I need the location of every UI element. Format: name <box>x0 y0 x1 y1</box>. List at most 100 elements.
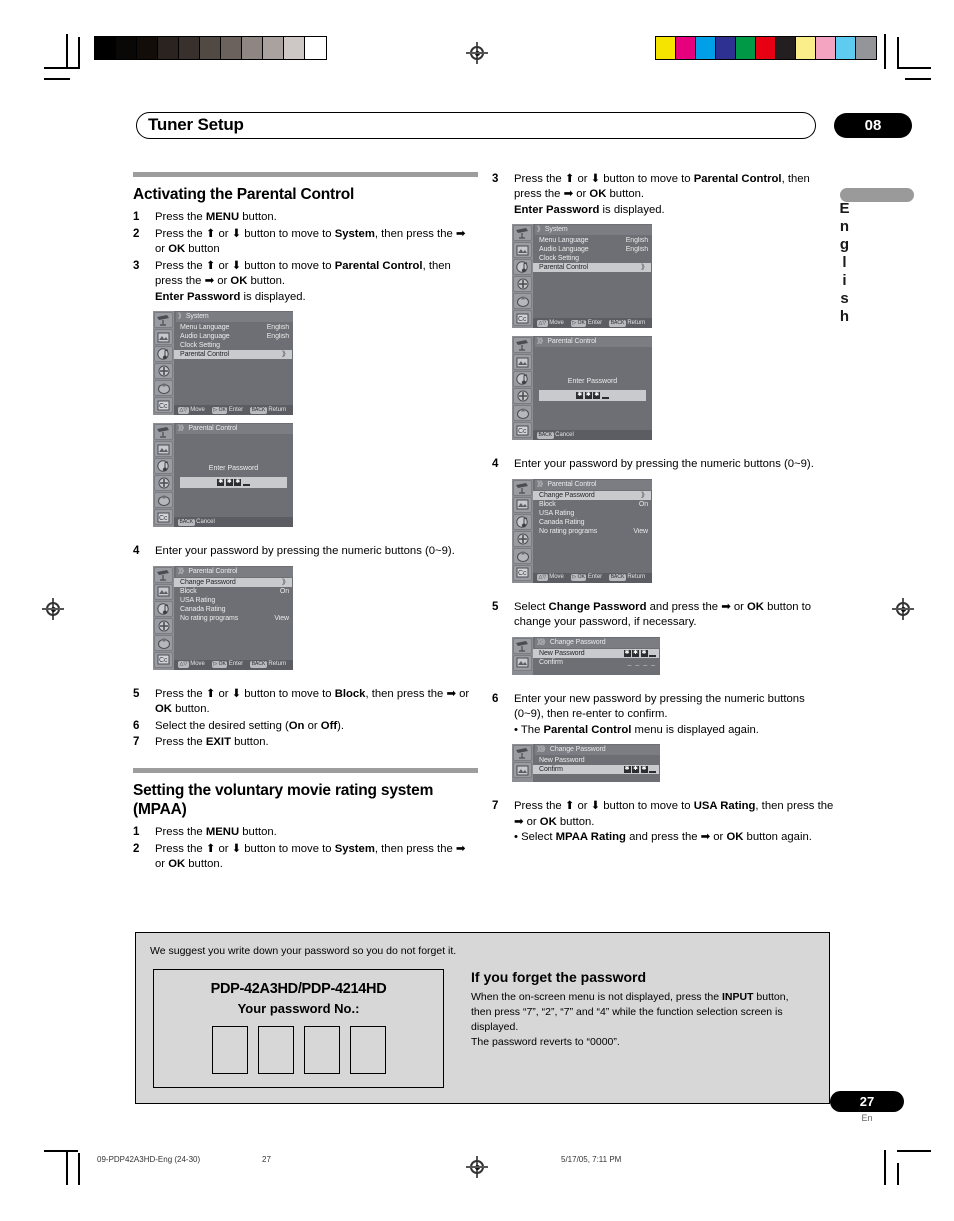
password-digit-box[interactable] <box>257 1026 294 1074</box>
osd-row[interactable]: Menu Language English <box>174 323 292 332</box>
osd-row[interactable]: Audio Language English <box>174 332 292 341</box>
osd-row-selected[interactable]: Change Password 》 <box>533 490 651 500</box>
step-text: Enter your password by pressing the nume… <box>514 458 814 471</box>
password-digit-box[interactable] <box>303 1026 340 1074</box>
step-number: 1 <box>133 211 140 224</box>
osd-row[interactable]: USA Rating <box>174 596 292 605</box>
osd-footer: BACK Cancel <box>174 517 293 528</box>
step-item: 2 Press the ⬆ or ⬇ button to move to Syst… <box>133 227 478 258</box>
color-bar-5 <box>756 37 776 59</box>
option-icon <box>154 475 173 492</box>
svg-text:Cc: Cc <box>518 570 527 577</box>
osd-title: 》》 Parental Control <box>176 424 293 435</box>
crop-mark-tl-v <box>66 34 68 69</box>
osd-row[interactable]: Confirm _ _ _ _ <box>533 658 659 667</box>
osd-row-selected[interactable]: New Password ✱ ✱ ✱ <box>533 648 659 658</box>
forget-password-body: When the on-screen menu is not displayed… <box>471 991 789 1048</box>
picture-icon <box>513 496 532 513</box>
crop-mark-br-h <box>897 1150 931 1152</box>
color-bar-3 <box>716 37 736 59</box>
osd-row-selected[interactable]: Confirm ✱ ✱ ✱ <box>533 765 659 775</box>
osd-row[interactable]: Clock Setting <box>533 254 651 263</box>
password-digit-box[interactable] <box>211 1026 248 1074</box>
crop-mark-tl-v2 <box>78 37 80 69</box>
steps-list-left-4: 1 Press the MENU button. 2 Press the ⬆ or … <box>133 825 478 872</box>
steps-list-right-5: 7 Press the ⬆ or ⬇ button to move to USA… <box>492 799 837 845</box>
osd-row[interactable]: Audio Language English <box>533 245 651 254</box>
osd-rows: Change Password 》 Block On USA Rating Cana… <box>533 490 651 536</box>
osd-body: 》 System Menu Language English Audio Lang… <box>533 224 652 329</box>
osd-icon-column: Cc <box>153 565 174 670</box>
osd-row[interactable]: USA Rating <box>533 509 651 518</box>
osd-row-selected[interactable]: Parental Control 》 <box>533 263 651 273</box>
steps-list-right-2: 4 Enter your password by pressing the num… <box>492 457 837 472</box>
osd-row[interactable]: Block On <box>174 587 292 596</box>
osd-row-selected[interactable]: Change Password 》 <box>174 577 292 587</box>
osd-rows: Menu Language English Audio Language Engli… <box>533 236 651 273</box>
closed-caption-icon: Cc <box>513 310 532 327</box>
osd-row[interactable]: Block On <box>533 500 651 509</box>
step-number: 6 <box>133 719 140 732</box>
left-column: Activating the Parental Control 1 Press t… <box>133 172 478 874</box>
sound-icon <box>513 371 532 388</box>
step-text: Enter your password by pressing the nume… <box>155 545 455 558</box>
page-title: Tuner Setup <box>148 115 244 134</box>
osd-icon-column: Cc <box>153 423 174 528</box>
osd-footer: △▽ Move ▷ OK Enter BACK Return <box>174 405 293 416</box>
steps-list-left-2: 4 Enter your password by pressing the num… <box>133 544 478 559</box>
osd-title: 》》》 Change Password <box>535 745 660 756</box>
picture-icon <box>154 583 173 600</box>
step-number: 3 <box>133 259 140 272</box>
osd-row[interactable]: Clock Setting <box>174 341 292 350</box>
osd-footer: △▽ Move ▷ OK Enter BACK Return <box>174 659 293 670</box>
option-icon <box>513 276 532 293</box>
password-digit-box[interactable] <box>349 1026 386 1074</box>
step-item: 3 Press the ⬆ or ⬇ button to move to Pare… <box>492 172 837 218</box>
osd-rows: Menu Language English Audio Language Engli… <box>174 323 292 360</box>
power-icon <box>513 405 532 422</box>
password-placeholder-dashes: _ _ _ _ <box>627 658 656 666</box>
step-text: Press the ⬆ or ⬇ button to move to USA R… <box>514 800 834 828</box>
color-bar-0 <box>656 37 676 59</box>
osd-footer-item: BACK Return <box>250 661 287 669</box>
osd-row[interactable]: No rating programs View <box>533 527 651 536</box>
osd-row-selected[interactable]: Parental Control 》 <box>174 350 292 360</box>
steps-list-left-1: 1 Press the MENU button. 2 Press the ⬆ or … <box>133 210 478 305</box>
print-timestamp: 5/17/05, 7:11 PM <box>561 1155 622 1164</box>
antenna-icon <box>154 566 173 583</box>
step-item: 4 Enter your password by pressing the num… <box>133 544 478 559</box>
steps-list-left-3: 5 Press the ⬆ or ⬇ button to move to Bloc… <box>133 687 478 751</box>
power-icon <box>154 380 173 397</box>
step-number: 6 <box>492 692 499 705</box>
password-star: ✱ <box>632 649 639 657</box>
osd-row[interactable]: Menu Language English <box>533 236 651 245</box>
osd-row[interactable]: Canada Rating <box>174 605 292 614</box>
power-icon <box>513 293 532 310</box>
osd-system-menu-right: Cc 》 System Menu Language English Audio L… <box>512 224 652 329</box>
step-text: Press the ⬆ or ⬇ button to move to Syste… <box>155 227 466 256</box>
password-input-field[interactable]: ✱ ✱ ✱ <box>180 477 287 489</box>
step-item: 4 Enter your password by pressing the num… <box>492 457 837 472</box>
osd-footer-item: ▷ OK Enter <box>211 661 244 669</box>
antenna-icon <box>154 312 173 329</box>
password-stars-group: ✱ ✱ ✱ <box>623 765 656 774</box>
step-text: Press the ⬆ or ⬇ button to move to Paren… <box>155 259 451 303</box>
gray-bar-5 <box>200 37 221 59</box>
antenna-icon <box>513 479 532 496</box>
steps-list-right-1: 3 Press the ⬆ or ⬇ button to move to Pare… <box>492 172 837 218</box>
password-star: ✱ <box>217 479 225 487</box>
osd-row[interactable]: Canada Rating <box>533 518 651 527</box>
picture-icon <box>513 242 532 259</box>
step-text: Select Change Password and press the ➡ o… <box>514 600 812 629</box>
step-number: 7 <box>133 736 140 749</box>
forget-password-heading: If you forget the password <box>471 969 647 985</box>
color-bar-1 <box>676 37 696 59</box>
osd-row[interactable]: No rating programs View <box>174 614 292 623</box>
osd-body: 》》 Parental Control Change Password 》 Blo… <box>174 566 293 670</box>
step-item: 6 Enter your new password by pressing th… <box>492 692 837 738</box>
osd-body: 》》 Parental Control Enter Password ✱ ✱ ✱… <box>533 336 652 441</box>
osd-row[interactable]: New Password <box>533 756 659 765</box>
steps-list-right-3: 5 Select Change Password and press the ➡ … <box>492 600 837 631</box>
osd-icon-column <box>512 744 533 783</box>
password-input-field[interactable]: ✱ ✱ ✱ <box>539 390 646 402</box>
